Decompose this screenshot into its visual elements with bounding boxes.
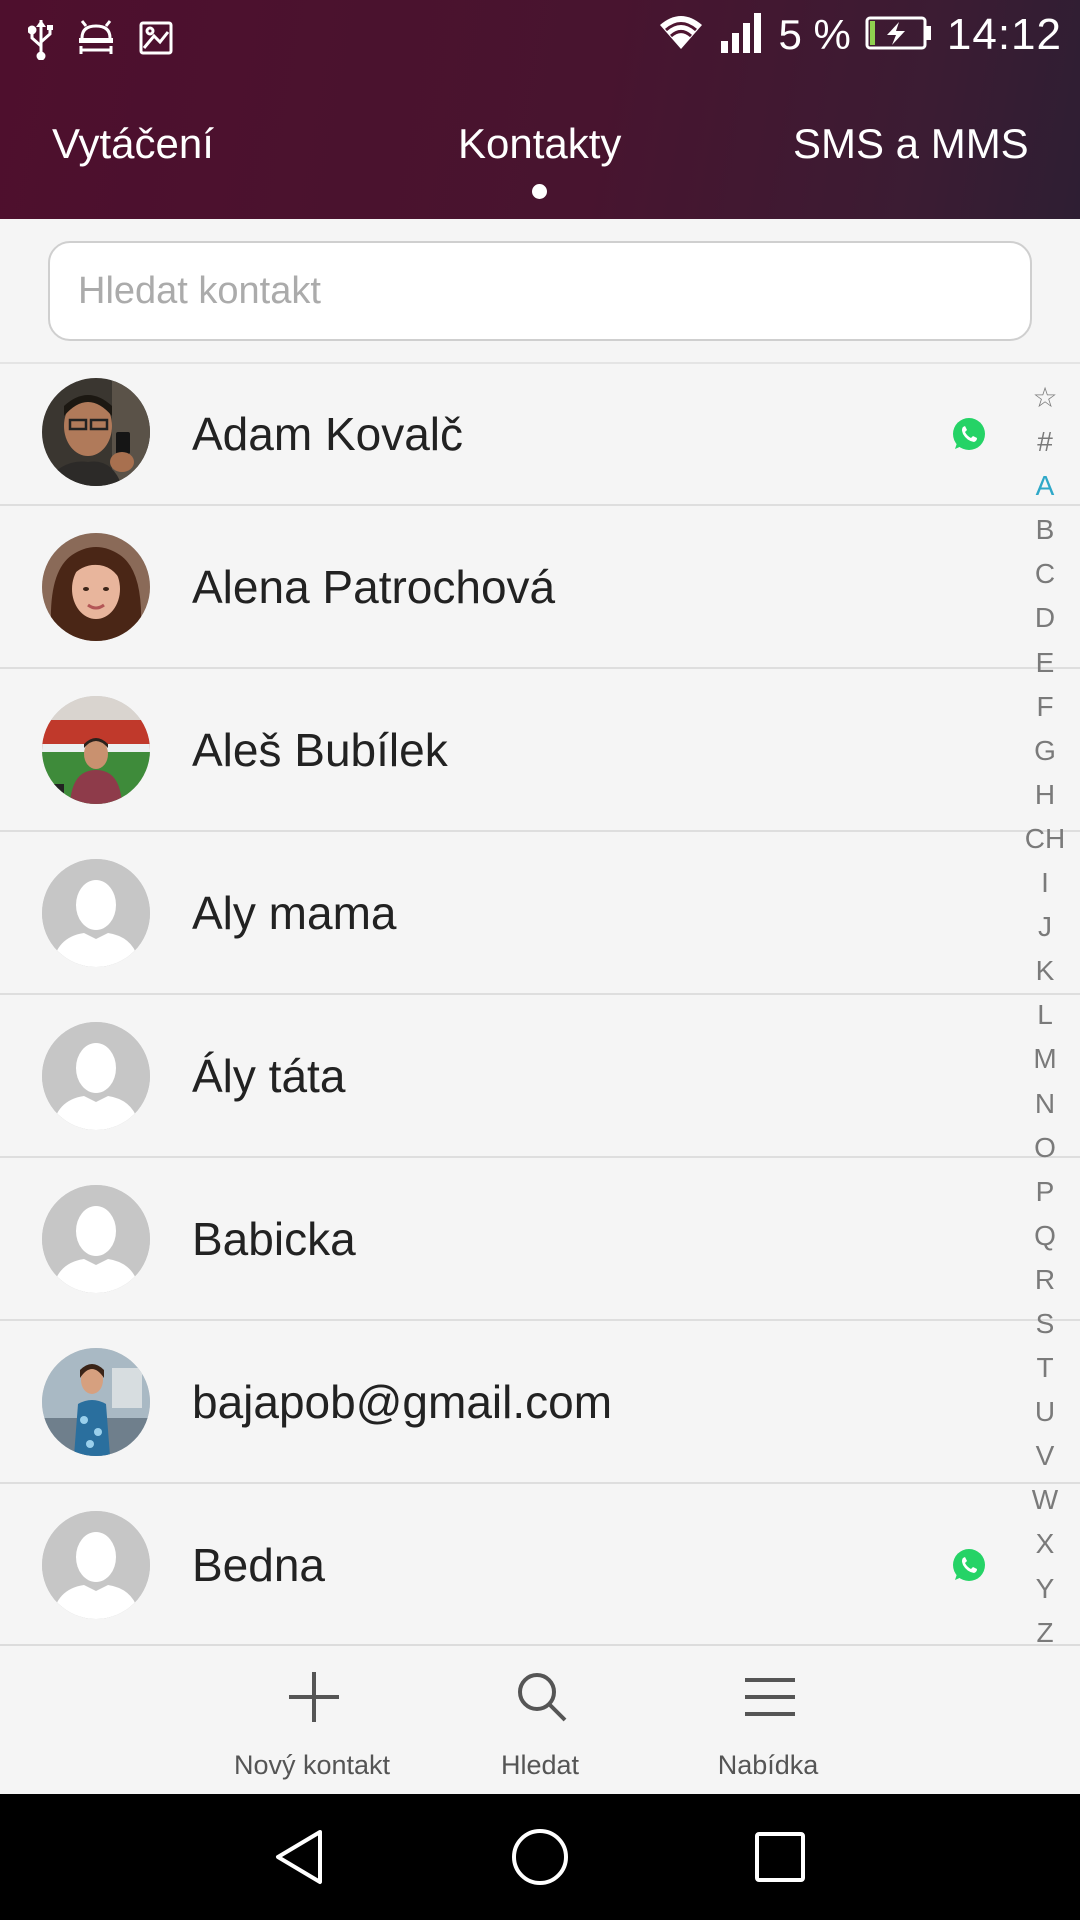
new-contact-button[interactable]: Nový kontakt xyxy=(202,1646,422,1796)
index-letter[interactable]: J xyxy=(1038,905,1052,949)
battery-percent: 5 % xyxy=(778,11,851,58)
recent-apps-icon[interactable] xyxy=(752,1827,808,1892)
index-letter[interactable]: F xyxy=(1036,685,1053,729)
index-letter[interactable]: Y xyxy=(1036,1567,1055,1611)
index-letter[interactable]: L xyxy=(1037,993,1053,1037)
plus-icon xyxy=(289,1672,339,1722)
android-debug-icon xyxy=(76,20,116,61)
search-button[interactable]: Hledat xyxy=(430,1646,650,1796)
bottom-toolbar: Nový kontakt Hledat Nabídka xyxy=(0,1644,1080,1794)
index-letter[interactable]: W xyxy=(1032,1478,1058,1522)
home-icon[interactable] xyxy=(510,1827,570,1892)
index-letter[interactable]: H xyxy=(1035,773,1055,817)
index-letter[interactable]: # xyxy=(1037,420,1053,464)
usb-icon xyxy=(27,16,54,65)
contact-photo xyxy=(42,532,150,641)
contact-row[interactable]: Bedna xyxy=(0,1484,1080,1644)
status-bar: 5 % 14:12 xyxy=(0,0,1080,78)
menu-label: Nabídka xyxy=(717,1750,819,1780)
contact-row[interactable]: Ály táta xyxy=(0,995,1080,1158)
contact-name: Babicka xyxy=(192,1212,356,1265)
contact-placeholder-avatar xyxy=(42,1510,150,1619)
index-letter[interactable]: B xyxy=(1036,508,1055,552)
index-letter[interactable]: X xyxy=(1036,1522,1055,1566)
index-letter[interactable]: P xyxy=(1036,1170,1055,1214)
index-letter[interactable]: D xyxy=(1035,596,1055,640)
contact-row[interactable]: Aleš Bubílek xyxy=(0,669,1080,832)
index-letter[interactable]: R xyxy=(1035,1258,1055,1302)
wifi-icon xyxy=(657,13,705,58)
index-letter[interactable]: C xyxy=(1035,552,1055,596)
signal-icon xyxy=(719,12,765,58)
index-letter[interactable]: I xyxy=(1041,861,1049,905)
contact-search-input[interactable] xyxy=(48,241,1032,341)
contact-photo xyxy=(42,1347,150,1456)
contact-row[interactable]: Babicka xyxy=(0,1158,1080,1321)
index-letter[interactable]: CH xyxy=(1025,817,1065,861)
index-letter[interactable]: G xyxy=(1034,729,1056,773)
contact-name: Ály táta xyxy=(192,1049,346,1102)
index-letter[interactable]: S xyxy=(1036,1302,1055,1346)
clock: 14:12 xyxy=(946,10,1062,59)
active-tab-indicator xyxy=(532,184,547,199)
search-label: Hledat xyxy=(500,1750,580,1780)
contact-name: bajapob@gmail.com xyxy=(192,1375,613,1428)
alphabet-index[interactable]: ☆ # A B C D E F G H CH I J K L M N O P Q R S T U V W X Y Z xyxy=(1010,376,1080,1655)
system-navigation-bar xyxy=(0,1794,1080,1920)
contact-name: Aleš Bubílek xyxy=(192,723,448,776)
contact-photo xyxy=(42,378,150,486)
tab-contacts[interactable]: Kontakty xyxy=(458,120,621,168)
contact-row[interactable]: Aly mama xyxy=(0,832,1080,995)
contact-placeholder-avatar xyxy=(42,858,150,967)
whatsapp-icon xyxy=(950,1546,988,1584)
index-letter[interactable]: T xyxy=(1036,1346,1053,1390)
contact-name: Adam Kovalč xyxy=(192,408,464,460)
search-icon xyxy=(518,1673,567,1722)
index-letter[interactable]: K xyxy=(1036,949,1055,993)
index-letter[interactable]: U xyxy=(1035,1390,1055,1434)
menu-button[interactable]: Nabídka xyxy=(658,1646,878,1796)
contact-list: Adam Kovalč Alena Patrochová Aleš Bubíle… xyxy=(0,364,1080,1644)
contact-photo xyxy=(42,695,150,804)
hamburger-menu-icon xyxy=(745,1678,795,1716)
tab-bar: Vytáčení Kontakty SMS a MMS xyxy=(0,78,1080,219)
contact-placeholder-avatar xyxy=(42,1021,150,1130)
index-letter[interactable]: ☆ xyxy=(1032,376,1057,420)
whatsapp-icon xyxy=(950,415,988,453)
contact-row[interactable]: Alena Patrochová xyxy=(0,506,1080,669)
index-letter[interactable]: N xyxy=(1035,1082,1055,1126)
back-icon[interactable] xyxy=(272,1827,326,1892)
contact-name: Bedna xyxy=(192,1538,326,1591)
battery-charging-icon xyxy=(865,15,933,56)
contact-name: Alena Patrochová xyxy=(192,560,556,613)
contact-name: Aly mama xyxy=(192,886,397,939)
contact-row[interactable]: bajapob@gmail.com xyxy=(0,1321,1080,1484)
contact-row[interactable]: Adam Kovalč xyxy=(0,364,1080,506)
tab-dialer[interactable]: Vytáčení xyxy=(52,120,214,168)
index-letter[interactable]: Q xyxy=(1034,1214,1056,1258)
index-letter[interactable]: A xyxy=(1036,464,1055,508)
search-area xyxy=(0,219,1080,364)
contact-placeholder-avatar xyxy=(42,1184,150,1293)
header: 5 % 14:12 Vytáčení Kontakty SMS a MMS xyxy=(0,0,1080,219)
image-notification-icon xyxy=(138,20,174,61)
tab-sms-mms[interactable]: SMS a MMS xyxy=(793,120,1029,168)
new-contact-label: Nový kontakt xyxy=(233,1750,391,1780)
index-letter[interactable]: V xyxy=(1036,1434,1055,1478)
index-letter[interactable]: E xyxy=(1036,641,1055,685)
index-letter[interactable]: O xyxy=(1034,1126,1056,1170)
index-letter[interactable]: M xyxy=(1033,1037,1056,1081)
